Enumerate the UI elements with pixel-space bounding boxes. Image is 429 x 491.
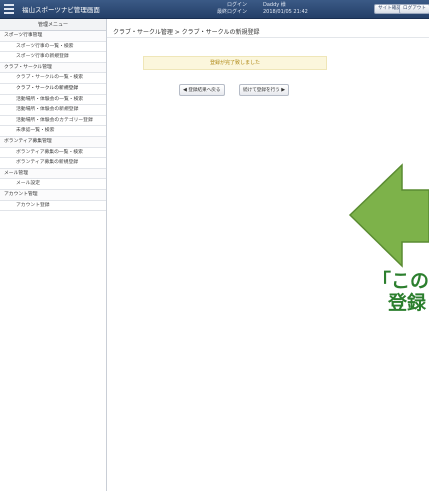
login-user: Daddy 様 — [263, 2, 286, 8]
annotation-line-2: 登録 — [388, 292, 427, 314]
login-labels: ログイン 最終ログイン — [217, 2, 247, 16]
back-to-results-button[interactable]: ◀ 登録結果へ戻る — [179, 84, 225, 96]
circle-left-arrow-icon: ◀ — [183, 87, 187, 93]
top-bar: 福山スポーツナビ管理画面 ログイン 最終ログイン Daddy 様 2018/01… — [0, 0, 429, 19]
annotation-line-1: 「この — [372, 270, 429, 292]
sidebar-item-volunteers-new[interactable]: ボランティア募集の新規登録 — [0, 158, 106, 169]
back-to-results-label: 登録結果へ戻る — [188, 88, 221, 93]
sidebar: 管理メニュー スポーツ行事管理 スポーツ行事の一覧・検索 スポーツ行事の新規登録… — [0, 19, 107, 491]
breadcrumb: クラブ・サークル管理 > クラブ・サークルの新規登録 — [113, 29, 260, 36]
annotation-callout: 「この 登録 — [372, 270, 429, 314]
continue-register-label: 続けて登録を行う — [243, 88, 280, 93]
sidebar-category-sports-events: スポーツ行事管理 — [0, 31, 106, 42]
sidebar-item-clubs-list[interactable]: クラブ・サークルの一覧・検索 — [0, 73, 106, 84]
login-label: ログイン — [227, 2, 248, 8]
sidebar-category-mail: メール管理 — [0, 168, 106, 180]
last-login-time: 2018/01/05 21:42 — [263, 9, 308, 15]
hamburger-menu-icon[interactable] — [4, 4, 14, 14]
sidebar-item-sports-events-list[interactable]: スポーツ行事の一覧・検索 — [0, 42, 106, 53]
sidebar-category-clubs: クラブ・サークル管理 — [0, 62, 106, 74]
sidebar-item-clubs-new[interactable]: クラブ・サークルの新規登録 — [0, 84, 106, 95]
sidebar-item-venues-new[interactable]: 活動場所・体験会の新規登録 — [0, 105, 106, 116]
success-message: 登録が完了致しました — [209, 60, 260, 66]
sidebar-header: 管理メニュー — [0, 19, 106, 31]
last-login-label: 最終ログイン — [217, 9, 248, 15]
sidebar-item-mail-settings[interactable]: メール設定 — [0, 179, 106, 190]
sidebar-item-venues-list[interactable]: 活動場所・体験会の一覧・検索 — [0, 95, 106, 106]
continue-register-button[interactable]: 続けて登録を行う ▶ — [239, 84, 290, 96]
logout-button[interactable]: ログアウト — [399, 4, 429, 14]
sidebar-item-volunteers-list[interactable]: ボランティア募集の一覧・検索 — [0, 148, 106, 159]
breadcrumb-divider — [107, 37, 429, 38]
sidebar-item-sports-events-new[interactable]: スポーツ行事の新規登録 — [0, 52, 106, 63]
sidebar-category-volunteers: ボランティア募集管理 — [0, 136, 106, 148]
sidebar-item-account-register[interactable]: アカウント登録 — [0, 201, 106, 212]
login-values: Daddy 様 2018/01/05 21:42 — [263, 2, 308, 16]
sidebar-category-accounts: アカウント管理 — [0, 189, 106, 201]
circle-right-arrow-icon: ▶ — [281, 87, 286, 93]
sidebar-item-venues-category[interactable]: 活動場所・体験会のカテゴリー登録 — [0, 116, 106, 127]
sidebar-item-unapproved-list[interactable]: 未承認一覧・検索 — [0, 126, 106, 137]
app-title: 福山スポーツナビ管理画面 — [22, 6, 100, 14]
